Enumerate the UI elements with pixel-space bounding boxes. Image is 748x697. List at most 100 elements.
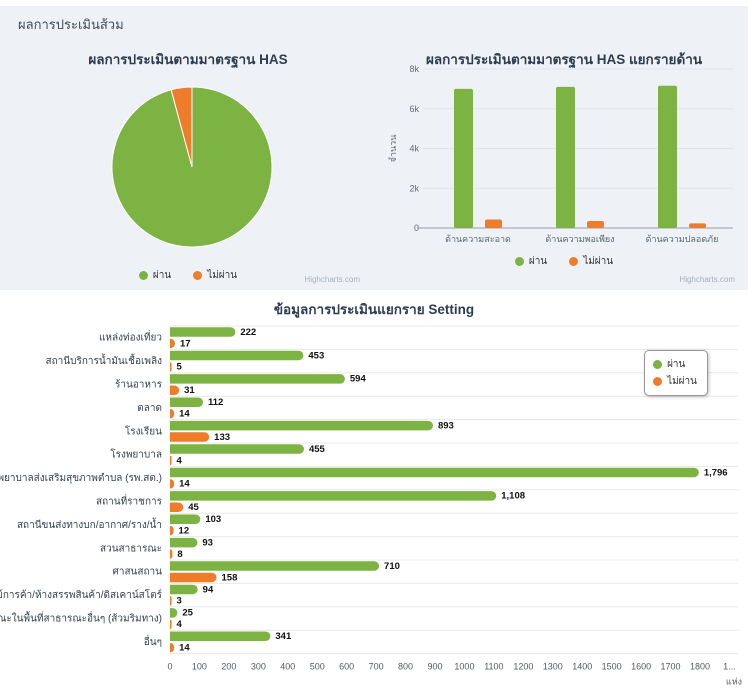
bar-pass[interactable] — [170, 421, 433, 431]
highcharts-credit-link[interactable]: Highcharts.com — [679, 275, 735, 284]
value-label-fail: 45 — [188, 502, 199, 513]
x-tick-label: 700 — [369, 662, 384, 672]
dashboard: ผลการประเมินส้วม ผลการประเมินตามมาตรฐาน … — [0, 0, 748, 697]
bar-fail[interactable] — [170, 503, 183, 513]
bar-fail[interactable] — [170, 549, 172, 559]
value-label-fail: 31 — [184, 385, 195, 396]
highcharts-credit-link[interactable]: Highcharts.com — [304, 275, 360, 284]
value-label-pass: 25 — [182, 608, 193, 619]
bar-pass[interactable] — [170, 398, 203, 408]
bar-pass[interactable] — [170, 491, 496, 501]
fail-legend-dot-icon — [193, 271, 202, 280]
pie-chart-plot[interactable] — [8, 72, 368, 252]
category-label: แหล่งท่องเที่ยว — [99, 330, 162, 344]
bar-pass[interactable] — [170, 561, 379, 571]
value-label-fail: 3 — [177, 596, 182, 607]
value-label-pass: 1,108 — [501, 491, 525, 502]
value-label-fail: 4 — [177, 619, 183, 630]
value-label-pass: 94 — [203, 584, 214, 595]
column-pass[interactable] — [454, 89, 473, 228]
x-tick-label: 1800 — [690, 662, 710, 672]
bar-fail[interactable] — [170, 386, 179, 396]
legend-item-fail[interactable]: ไม่ผ่าน — [569, 254, 613, 269]
value-label-fail: 158 — [222, 572, 238, 583]
bar-fail[interactable] — [170, 456, 172, 466]
fail-legend-dot-icon — [569, 257, 578, 266]
bar-fail[interactable] — [170, 479, 174, 489]
value-label-pass: 710 — [384, 561, 400, 572]
bar-fail[interactable] — [170, 362, 172, 372]
bar-fail[interactable] — [170, 432, 209, 442]
x-tick-label: 1100 — [484, 662, 503, 672]
x-tick-label: 500 — [310, 662, 325, 672]
column-fail[interactable] — [587, 221, 604, 228]
legend-item-pass[interactable]: ผ่าน — [139, 268, 171, 283]
setting-legend-box: ผ่าน ไม่ผ่าน — [644, 350, 708, 396]
pie-chart-card: ผลการประเมินตามมาตรฐาน HAS ผ่าน ไม่ผ่าน … — [8, 42, 368, 290]
x-tick-label: 800 — [398, 662, 413, 672]
bar-fail[interactable] — [170, 339, 175, 349]
x-tick-label: 1300 — [543, 662, 563, 672]
legend-item-pass[interactable]: ผ่าน — [515, 254, 547, 269]
pass-legend-dot-icon — [515, 257, 524, 266]
column-pass[interactable] — [556, 87, 575, 228]
value-label-pass: 453 — [308, 350, 324, 361]
value-label-pass: 341 — [275, 631, 292, 642]
legend-item-fail[interactable]: ไม่ผ่าน — [193, 268, 237, 283]
column-fail[interactable] — [689, 223, 706, 228]
category-label: โรงพยาบาล — [110, 448, 162, 461]
bar-pass[interactable] — [170, 585, 198, 595]
bar-pass[interactable] — [170, 351, 303, 361]
bar-pass[interactable] — [170, 632, 270, 642]
bar-pass[interactable] — [170, 444, 304, 454]
legend-label-pass: ผ่าน — [529, 254, 547, 269]
value-label-fail: 4 — [177, 455, 183, 466]
category-label: สวนสาธารณะ — [100, 543, 162, 554]
column-fail[interactable] — [485, 219, 502, 228]
pie-chart-title: ผลการประเมินตามมาตรฐาน HAS — [8, 42, 368, 70]
value-label-fail: 8 — [177, 549, 182, 560]
bar-fail[interactable] — [170, 409, 174, 419]
value-label-pass: 103 — [205, 514, 221, 525]
bar-pass[interactable] — [170, 468, 699, 478]
x-category-label: ด้านความสะอาด — [445, 234, 511, 244]
bar-fail[interactable] — [170, 643, 174, 653]
y-axis-title: จำนวน — [388, 135, 398, 163]
bar-pass[interactable] — [170, 327, 235, 337]
bar-fail[interactable] — [170, 526, 174, 536]
x-tick-label: 0 — [167, 662, 172, 672]
pass-legend-dot-icon — [653, 360, 662, 369]
x-category-label: ด้านความพอเพียง — [545, 234, 614, 244]
category-label: ร้านอาหาร — [115, 379, 163, 391]
value-label-pass: 594 — [350, 374, 367, 385]
bar-fail[interactable] — [170, 573, 217, 583]
bar-fail[interactable] — [170, 596, 172, 606]
y-tick-label: 8k — [409, 64, 419, 74]
value-label-pass: 112 — [208, 397, 223, 408]
category-label: สถานีขนส่งทางบก/อากาศ/ราง/น้ำ — [17, 517, 162, 531]
category-label: อื่นๆ — [144, 634, 162, 648]
bar-pass[interactable] — [170, 374, 345, 384]
legend-label-pass: ผ่าน — [153, 268, 171, 283]
x-tick-label: 200 — [221, 662, 236, 672]
value-label-fail: 17 — [180, 338, 191, 349]
x-category-label: ด้านความปลอดภัย — [646, 234, 719, 244]
legend-item-pass[interactable]: ผ่าน — [653, 356, 697, 373]
legend-item-fail[interactable]: ไม่ผ่าน — [653, 373, 697, 390]
bar-pass[interactable] — [170, 608, 177, 618]
bar-pass[interactable] — [170, 538, 197, 548]
setting-chart-card: ข้อมูลการประเมินแยกราย Setting แหล่งท่อง… — [0, 292, 748, 697]
legend-label-fail: ไม่ผ่าน — [207, 268, 237, 283]
x-tick-label: 1000 — [454, 662, 474, 672]
bar-pass[interactable] — [170, 515, 200, 525]
x-tick-label: 1500 — [602, 662, 622, 672]
column-chart-plot[interactable]: 02k4k6k8kจำนวนด้านความสะอาดด้านความพอเพี… — [385, 60, 743, 252]
setting-chart-plot[interactable]: แหล่งท่องเที่ยว22217สถานีบริการน้ำมันเชื… — [0, 312, 748, 697]
y-tick-label: 6k — [409, 104, 419, 114]
column-pass[interactable] — [658, 86, 677, 228]
y-tick-label: 2k — [409, 183, 419, 193]
bar-fail[interactable] — [170, 620, 172, 630]
x-tick-label: 900 — [427, 662, 442, 672]
category-label: โรงเรียน — [125, 424, 162, 437]
value-label-pass: 222 — [240, 327, 256, 338]
